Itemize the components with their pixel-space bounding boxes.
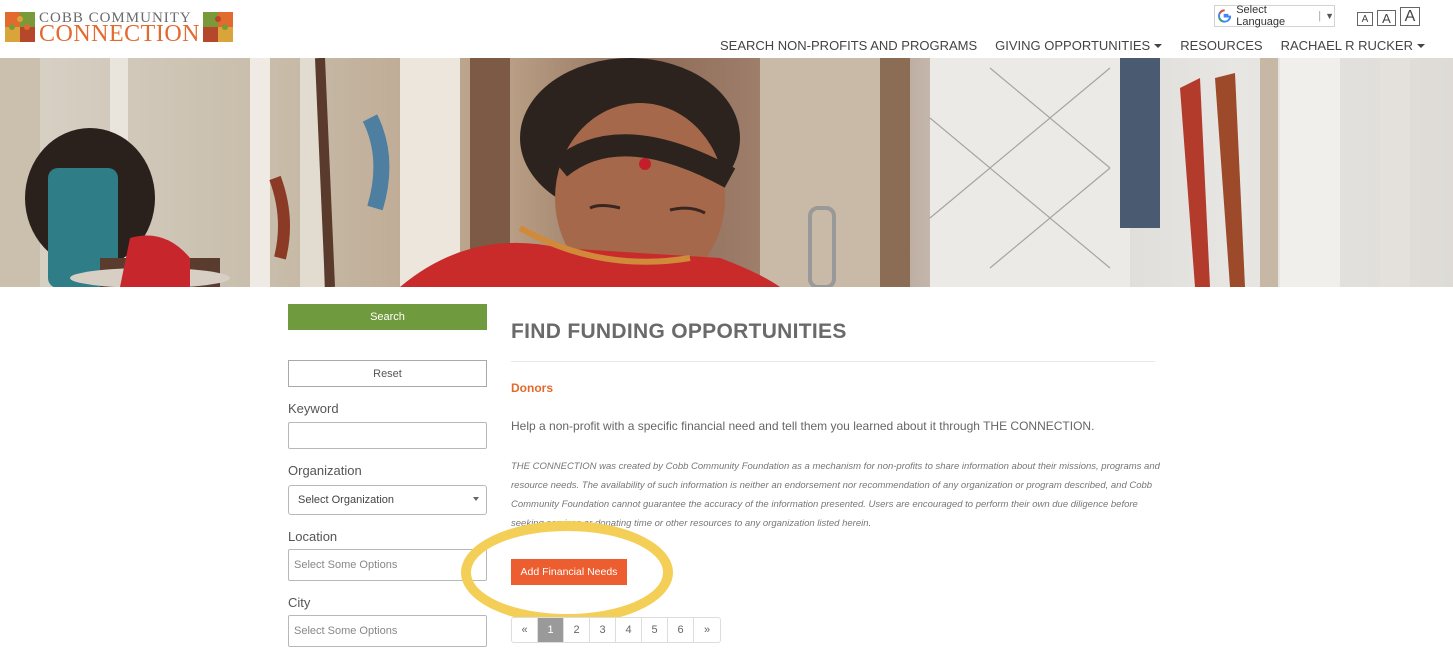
pagination-page-5[interactable]: 5 xyxy=(642,618,668,642)
pagination-page-1[interactable]: 1 xyxy=(538,618,564,642)
page-title: FIND FUNDING OPPORTUNITIES xyxy=(511,320,847,343)
highlight-circle xyxy=(461,521,673,624)
pagination-prev-button[interactable]: « xyxy=(512,618,538,642)
nav-user-menu[interactable]: RACHAEL R RUCKER xyxy=(1281,38,1425,53)
keyword-label: Keyword xyxy=(288,401,339,416)
nav-label: RESOURCES xyxy=(1180,38,1263,53)
city-multiselect[interactable]: Select Some Options xyxy=(288,615,487,647)
font-size-large-button[interactable]: A xyxy=(1400,7,1420,26)
nav-giving-opportunities[interactable]: GIVING OPPORTUNITIES xyxy=(995,38,1163,53)
pagination-page-2[interactable]: 2 xyxy=(564,618,590,642)
city-label: City xyxy=(288,595,311,610)
google-icon xyxy=(1218,9,1232,23)
language-separator: | xyxy=(1318,10,1322,22)
organization-select[interactable]: Select Organization xyxy=(288,485,487,515)
pagination-next-button[interactable]: » xyxy=(694,618,720,642)
location-multiselect[interactable]: Select Some Options xyxy=(288,549,487,581)
chevron-down-icon xyxy=(473,497,479,501)
nav-label: SEARCH NON-PROFITS AND PROGRAMS xyxy=(720,38,978,53)
nav-resources[interactable]: RESOURCES xyxy=(1180,38,1262,53)
hero-illustration xyxy=(0,58,1410,287)
caret-down-icon xyxy=(1154,43,1163,48)
pagination-page-4[interactable]: 4 xyxy=(616,618,642,642)
puzzle-logo-icon xyxy=(5,12,35,42)
organization-select-value: Select Organization xyxy=(298,494,394,506)
lead-text: Help a non-profit with a specific financ… xyxy=(511,419,1095,433)
nav-label: RACHAEL R RUCKER xyxy=(1280,38,1413,53)
page: COBB COMMUNITY CONNECTION Select Languag… xyxy=(0,0,1453,656)
language-select-label: Select Language xyxy=(1236,4,1286,28)
language-select[interactable]: Select Language | ▼ xyxy=(1214,4,1335,28)
main-nav: SEARCH NON-PROFITS AND PROGRAMS GIVING O… xyxy=(720,38,1425,53)
chevron-down-icon: ▼ xyxy=(1325,11,1334,21)
location-label: Location xyxy=(288,529,338,544)
pagination-page-6[interactable]: 6 xyxy=(668,618,694,642)
font-size-controls: A A A xyxy=(1357,7,1420,26)
title-divider xyxy=(511,361,1155,362)
font-size-small-button[interactable]: A xyxy=(1357,12,1373,26)
reset-button[interactable]: Reset xyxy=(288,360,487,387)
site-logo[interactable]: COBB COMMUNITY CONNECTION xyxy=(5,10,235,47)
disclaimer-text: THE CONNECTION was created by Cobb Commu… xyxy=(511,461,1160,529)
pagination: « 1 2 3 4 5 6 » xyxy=(511,617,721,643)
hero-image xyxy=(0,58,1453,287)
caret-down-icon xyxy=(1417,43,1425,48)
puzzle-logo-icon xyxy=(203,12,233,42)
logo-line2: CONNECTION xyxy=(39,21,200,47)
nav-label: GIVING OPPORTUNITIES xyxy=(995,38,1151,53)
search-button[interactable]: Search xyxy=(288,304,487,330)
section-label-donors: Donors xyxy=(511,381,553,395)
font-size-medium-button[interactable]: A xyxy=(1377,10,1396,26)
organization-label: Organization xyxy=(288,463,362,478)
pagination-page-3[interactable]: 3 xyxy=(590,618,616,642)
nav-search-nonprofits[interactable]: SEARCH NON-PROFITS AND PROGRAMS xyxy=(720,38,977,53)
keyword-input[interactable] xyxy=(288,422,487,449)
